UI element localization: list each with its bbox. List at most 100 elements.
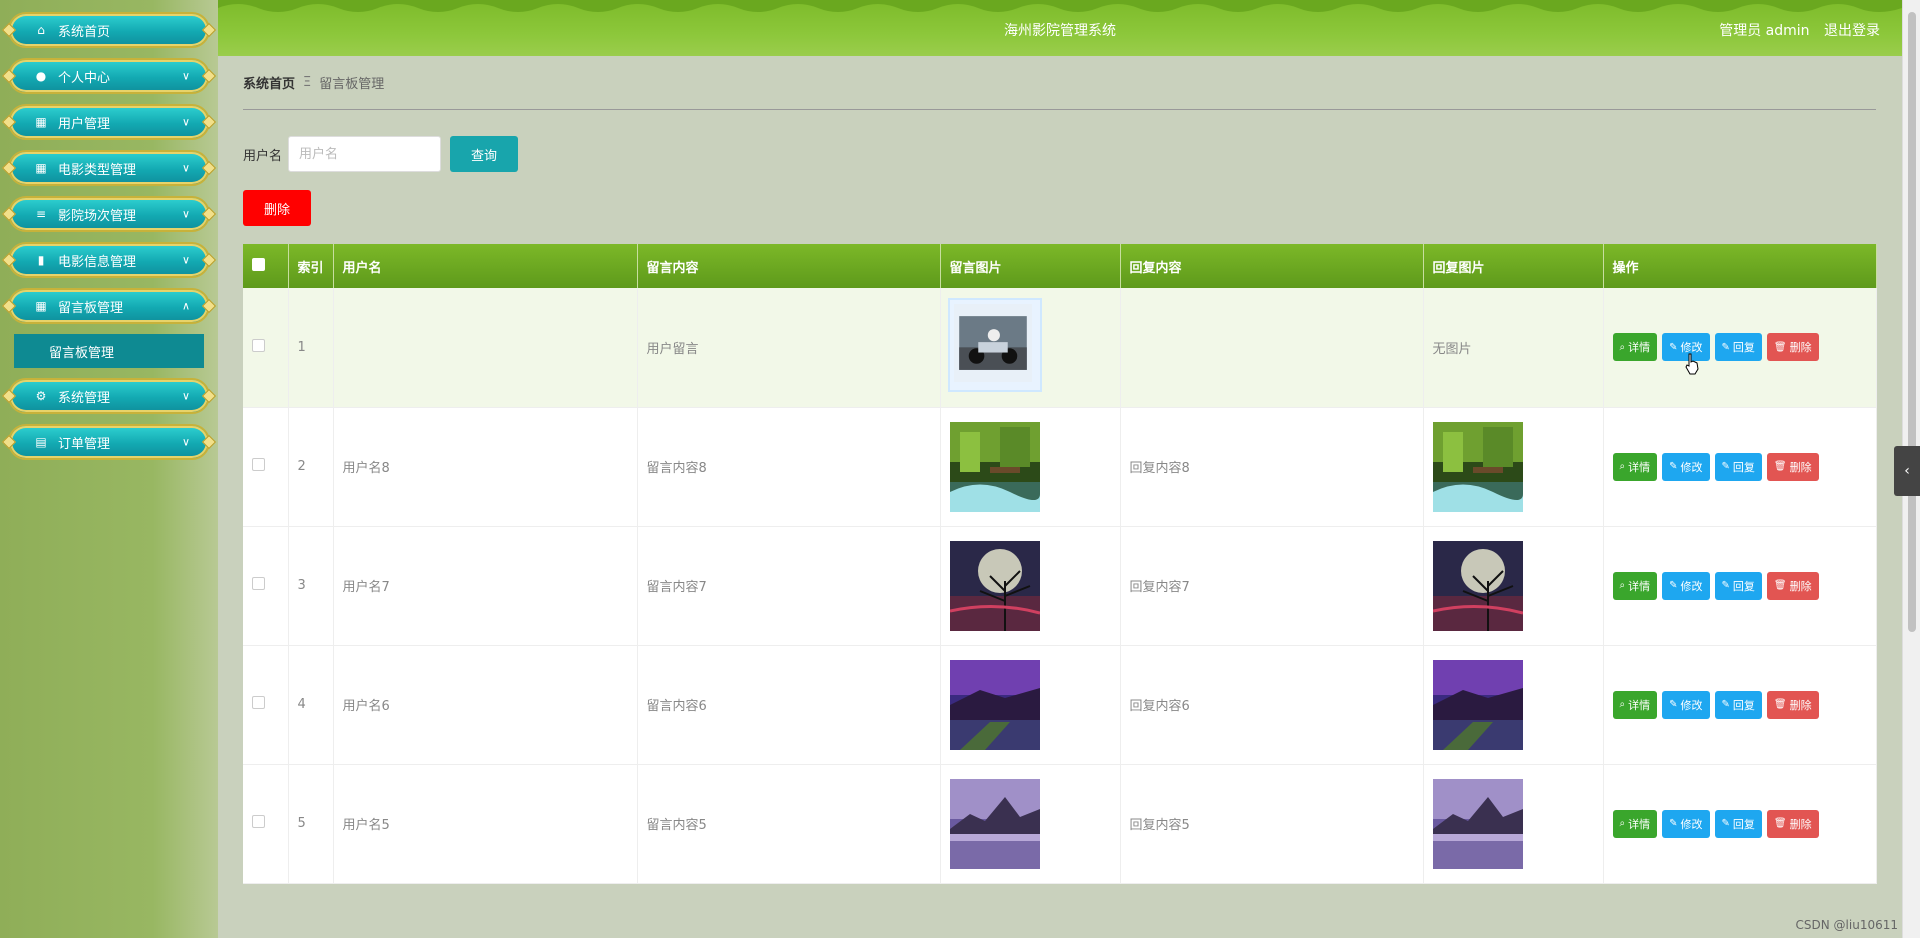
sidebar-item[interactable]: ⚙ 系统管理 ∨: [1, 378, 217, 414]
chevron-icon: ∨: [181, 253, 190, 267]
reply-button[interactable]: ✎ 回复: [1714, 571, 1762, 600]
row-checkbox[interactable]: [252, 338, 265, 352]
menu-ornament-left: [1, 22, 17, 38]
menu-ornament-right: [201, 298, 217, 314]
edit-label: 修改: [1680, 698, 1703, 712]
edit-button[interactable]: ✎ 修改: [1662, 452, 1710, 481]
reply-image-mountain[interactable]: [1432, 778, 1603, 869]
sidebar-item[interactable]: ▤ 订单管理 ∨: [1, 424, 217, 460]
pencil-icon: ✎: [1669, 461, 1678, 472]
logout-link[interactable]: 退出登录: [1824, 23, 1880, 39]
reply-image-forest[interactable]: [1432, 421, 1603, 512]
scrollbar-thumb[interactable]: [1908, 12, 1916, 632]
detail-button[interactable]: ⌕ 详情: [1612, 690, 1658, 719]
message-image-moon[interactable]: [949, 540, 1120, 631]
delete-label: 删除: [1789, 579, 1812, 593]
delete-button[interactable]: 🗑 删除: [1766, 571, 1819, 600]
reply-label: 回复: [1732, 460, 1755, 474]
sidebar-item[interactable]: ▦ 电影类型管理 ∨: [1, 150, 217, 186]
column-header-username: 用户名: [333, 244, 638, 288]
edit-button[interactable]: ✎ 修改: [1662, 571, 1710, 600]
detail-button[interactable]: ⌕ 详情: [1612, 571, 1658, 600]
reply-button[interactable]: ✎ 回复: [1714, 809, 1762, 838]
cell-actions: ⌕ 详情 ✎ 修改 ✎ 回复 🗑 删除: [1603, 764, 1877, 883]
grid-icon: ▦: [35, 299, 47, 313]
username-search-input[interactable]: [288, 136, 442, 172]
cell-image: [940, 645, 1121, 764]
collapse-panel-chevron-left-icon[interactable]: ‹: [1894, 446, 1920, 496]
table-row[interactable]: 4 用户名6 留言内容6 回复内容6 ⌕ 详情 ✎ 修改 ✎ 回复 🗑 删除: [243, 645, 1877, 764]
detail-label: 详情: [1628, 698, 1651, 712]
message-image-motorcycle[interactable]: [947, 298, 1042, 393]
select-all-checkbox[interactable]: [252, 257, 265, 271]
table-row[interactable]: 2 用户名8 留言内容8 回复内容8 ⌕ 详情 ✎ 修改 ✎ 回复 🗑 删除: [243, 407, 1877, 526]
message-image-forest[interactable]: [949, 421, 1120, 512]
delete-label: 删除: [1789, 341, 1812, 355]
edit-label: 修改: [1680, 817, 1703, 831]
cell-reply: 回复内容8: [1120, 407, 1424, 526]
no-image-text: 无图片: [1432, 341, 1472, 357]
reply-button[interactable]: ✎ 回复: [1714, 333, 1762, 362]
reply-image-moon[interactable]: [1432, 540, 1603, 631]
sidebar-item-label: 电影信息管理: [58, 254, 137, 270]
column-header-image: 留言图片: [940, 244, 1121, 288]
menu-ornament-left: [1, 434, 17, 450]
detail-button[interactable]: ⌕ 详情: [1612, 809, 1658, 838]
settings-icon: ⚙: [35, 389, 47, 403]
row-checkbox[interactable]: [252, 458, 265, 471]
reply-label: 回复: [1732, 579, 1755, 593]
sidebar-item[interactable]: ▮ 电影信息管理 ∨: [1, 242, 217, 278]
row-select-cell: [243, 288, 289, 407]
detail-label: 详情: [1628, 817, 1651, 831]
sliders-icon: ≡: [35, 207, 47, 221]
delete-label: 删除: [1789, 460, 1812, 474]
table-row[interactable]: 5 用户名5 留言内容5 回复内容5 ⌕ 详情 ✎ 修改 ✎ 回复 🗑 删除: [243, 764, 1877, 883]
delete-button[interactable]: 🗑 删除: [1766, 333, 1819, 362]
message-image-mountain[interactable]: [949, 778, 1120, 869]
menu-ornament-left: [1, 388, 17, 404]
sidebar-item[interactable]: ▦ 用户管理 ∨: [1, 104, 217, 140]
submenu-item-label: 留言板管理: [49, 345, 115, 361]
cell-username: 用户名5: [333, 764, 638, 883]
edit-button[interactable]: ✎ 修改: [1662, 809, 1710, 838]
trash-icon: 🗑: [1773, 818, 1787, 829]
column-header-actions: 操作: [1603, 244, 1877, 288]
reply-label: 回复: [1732, 698, 1755, 712]
chevron-icon: ∨: [181, 115, 190, 129]
cell-index: 4: [288, 645, 334, 764]
column-header-reply: 回复内容: [1120, 244, 1424, 288]
delete-button[interactable]: 🗑 删除: [1766, 690, 1819, 719]
menu-ornament-left: [1, 160, 17, 176]
submenu-item-guestbook[interactable]: 留言板管理: [14, 334, 204, 368]
cell-index: 5: [288, 764, 334, 883]
delete-button[interactable]: 🗑 删除: [1766, 452, 1819, 481]
sidebar-item[interactable]: ≡ 影院场次管理 ∨: [1, 196, 217, 232]
edit-button[interactable]: ✎ 修改: [1662, 690, 1710, 719]
detail-button[interactable]: ⌕ 详情: [1612, 452, 1658, 481]
query-button[interactable]: 查询: [450, 136, 519, 172]
reply-button[interactable]: ✎ 回复: [1714, 452, 1762, 481]
breadcrumb-home[interactable]: 系统首页: [243, 73, 295, 92]
menu-ornament-right: [201, 68, 217, 84]
cell-reply-image: [1423, 526, 1604, 645]
table-row[interactable]: 3 用户名7 留言内容7 回复内容7 ⌕ 详情 ✎ 修改 ✎ 回复 🗑 删除: [243, 526, 1877, 645]
column-header-reply-image: 回复图片: [1423, 244, 1604, 288]
row-checkbox[interactable]: [252, 577, 265, 590]
edit-label: 修改: [1680, 460, 1703, 474]
table-row[interactable]: 1 用户留言 无图片 ⌕ 详情 ✎ 修改 ✎ 回复 🗑 删除: [243, 288, 1877, 407]
message-image-coast[interactable]: [949, 659, 1120, 750]
sidebar-item[interactable]: ⌂ 系统首页: [1, 12, 217, 48]
reply-image-coast[interactable]: [1432, 659, 1603, 750]
detail-button[interactable]: ⌕ 详情: [1612, 333, 1658, 362]
sidebar-item[interactable]: ▦ 留言板管理 ∧: [1, 288, 217, 324]
row-checkbox[interactable]: [252, 696, 265, 709]
row-checkbox[interactable]: [252, 815, 265, 828]
sidebar-item[interactable]: ● 个人中心 ∨: [1, 58, 217, 94]
user-area: 管理员 admin 退出登录: [1709, 20, 1880, 40]
row-select-cell: [243, 407, 289, 526]
cell-content: 留言内容7: [637, 526, 941, 645]
detail-label: 详情: [1628, 460, 1651, 474]
reply-button[interactable]: ✎ 回复: [1714, 690, 1762, 719]
delete-button[interactable]: 🗑 删除: [1766, 809, 1819, 838]
bulk-delete-button[interactable]: 删除: [243, 190, 311, 226]
